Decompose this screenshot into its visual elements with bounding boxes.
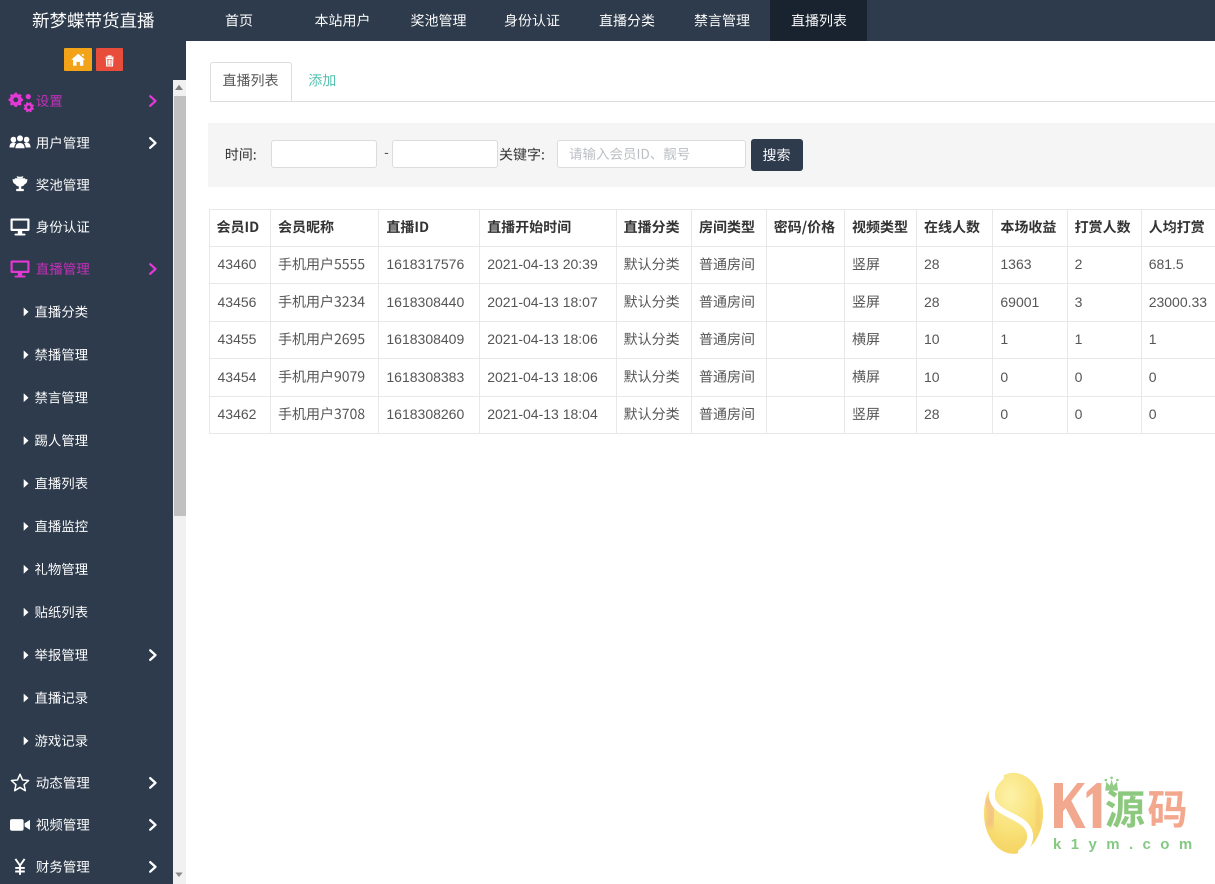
- svg-text:k1ym.com: k1ym.com: [1053, 836, 1202, 853]
